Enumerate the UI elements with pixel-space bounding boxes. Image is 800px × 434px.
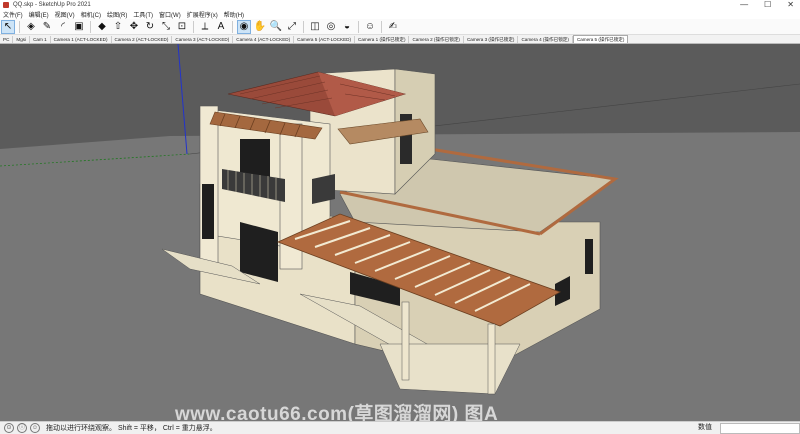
menu-view[interactable]: 视图(V)	[52, 10, 78, 19]
section-icon[interactable]: ◒	[341, 21, 353, 33]
shapes-icon[interactable]: ▣	[73, 21, 85, 33]
scene-tab-active[interactable]: Camera 5 (操作已锁定)	[572, 35, 629, 43]
menu-draw[interactable]: 绘图(R)	[104, 10, 130, 19]
select-icon[interactable]: ↖	[1, 19, 15, 34]
model-viewport[interactable]	[0, 44, 800, 421]
sketchup-app-icon	[3, 2, 9, 8]
zoom-extents-icon[interactable]: ⤢	[286, 21, 298, 33]
scale-icon[interactable]: ⤡	[160, 21, 172, 33]
eraser-icon[interactable]: ◈	[25, 21, 37, 33]
text-icon[interactable]: A	[215, 21, 227, 33]
measurements-label: 数值	[698, 424, 712, 431]
toolbar-separator	[358, 20, 359, 33]
scene-tab[interactable]: Camera 1 (ACT-LOCKED)	[51, 36, 112, 43]
toolbar-separator	[232, 20, 233, 33]
scene-tab[interactable]: Camera 4 (操作已锁定)	[518, 36, 573, 43]
toolbar-separator	[193, 20, 194, 33]
credits-icon[interactable]: ⓘ	[17, 423, 27, 433]
menu-file[interactable]: 文件(F)	[0, 10, 26, 19]
sketch-icon[interactable]: ✍	[387, 21, 399, 33]
menu-bar: 文件(F) 编辑(E) 视图(V) 相机(C) 绘图(R) 工具(T) 窗口(W…	[0, 10, 800, 19]
scene-tabs: PC Mgsi Cam 1 Camera 1 (ACT-LOCKED) Came…	[0, 35, 800, 44]
title-bar: QQ.skp - SketchUp Pro 2021 — ☐ ✕	[0, 0, 800, 10]
toolbar-separator	[381, 20, 382, 33]
pergola-post	[487, 323, 496, 395]
maximize-button[interactable]: ☐	[764, 0, 771, 10]
close-button[interactable]: ✕	[787, 0, 794, 10]
model-drawing	[0, 44, 800, 421]
menu-help[interactable]: 帮助(H)	[221, 10, 247, 19]
scene-tab[interactable]: Camera 2 (ACT-LOCKED)	[112, 36, 173, 43]
offset-icon[interactable]: ⊡	[176, 21, 188, 33]
ground-window	[240, 222, 278, 282]
status-icons: ⊙ ⓘ ☺	[4, 423, 40, 433]
user-icon[interactable]: ☺	[364, 21, 376, 33]
menu-camera[interactable]: 相机(C)	[78, 10, 104, 19]
menu-edit[interactable]: 编辑(E)	[26, 10, 52, 19]
rotate-icon[interactable]: ↻	[144, 21, 156, 33]
side-railing	[312, 174, 335, 204]
paint-icon[interactable]: ◆	[96, 21, 108, 33]
scene-tab[interactable]: Mgsi	[13, 36, 31, 43]
front-door	[202, 184, 214, 239]
zoom-icon[interactable]: 🔍	[270, 21, 282, 33]
geolocation-icon[interactable]: ⊙	[4, 423, 14, 433]
push-pull-icon[interactable]: ⇧	[112, 21, 124, 33]
pan-icon[interactable]: ✋	[254, 21, 266, 33]
toolbar-separator	[19, 20, 20, 33]
scene-tab[interactable]: PC	[0, 36, 14, 43]
component-icon[interactable]: ◫	[309, 21, 321, 33]
scene-tab[interactable]: Camera 3 (ACT-LOCKED)	[172, 36, 234, 43]
window-controls: — ☐ ✕	[740, 0, 794, 10]
tape-icon[interactable]: ⟂	[199, 21, 211, 33]
toolbar-separator	[303, 20, 304, 33]
window-title: QQ.skp - SketchUp Pro 2021	[13, 2, 91, 8]
toolbar-separator	[90, 20, 91, 33]
status-hint: 拖动以进行环绕观察。 Shift = 平移， Ctrl = 重力悬浮。	[46, 425, 217, 432]
scene-tab[interactable]: Cam 1	[30, 36, 51, 43]
menu-extensions[interactable]: 扩展程序(x)	[184, 10, 221, 19]
scene-tab[interactable]: Camera 1 (操作已锁定)	[355, 36, 410, 43]
scene-tab[interactable]: Camera 5 (ACT-LOCKED)	[294, 36, 355, 43]
scene-tab[interactable]: Camera 3 (操作已锁定)	[464, 36, 519, 43]
measurements-input[interactable]	[720, 423, 800, 434]
minimize-button[interactable]: —	[740, 0, 748, 10]
style-icon[interactable]: ◎	[325, 21, 337, 33]
move-icon[interactable]: ✥	[128, 21, 140, 33]
pergola-post	[401, 301, 410, 381]
main-toolbar: ↖ ◈ ✎ ◜ ▣ ◆ ⇧ ✥ ↻ ⤡ ⊡ ⟂ A ◉ ✋ 🔍 ⤢ ◫ ◎ ◒ …	[0, 19, 800, 35]
menu-window[interactable]: 窗口(W)	[156, 10, 184, 19]
orbit-icon[interactable]: ◉	[237, 19, 251, 34]
menu-tools[interactable]: 工具(T)	[130, 10, 156, 19]
pencil-icon[interactable]: ✎	[41, 21, 53, 33]
scene-tab[interactable]: Camera 4 (ACT-LOCKED)	[233, 36, 295, 43]
account-icon[interactable]: ☺	[30, 423, 40, 433]
status-bar: ⊙ ⓘ ☺ 拖动以进行环绕观察。 Shift = 平移， Ctrl = 重力悬浮…	[0, 421, 800, 434]
patio-slab	[379, 343, 521, 395]
side-window	[585, 239, 593, 274]
scene-tab[interactable]: Camera 2 (操作已锁定)	[409, 36, 464, 43]
arc-icon[interactable]: ◜	[57, 21, 69, 33]
